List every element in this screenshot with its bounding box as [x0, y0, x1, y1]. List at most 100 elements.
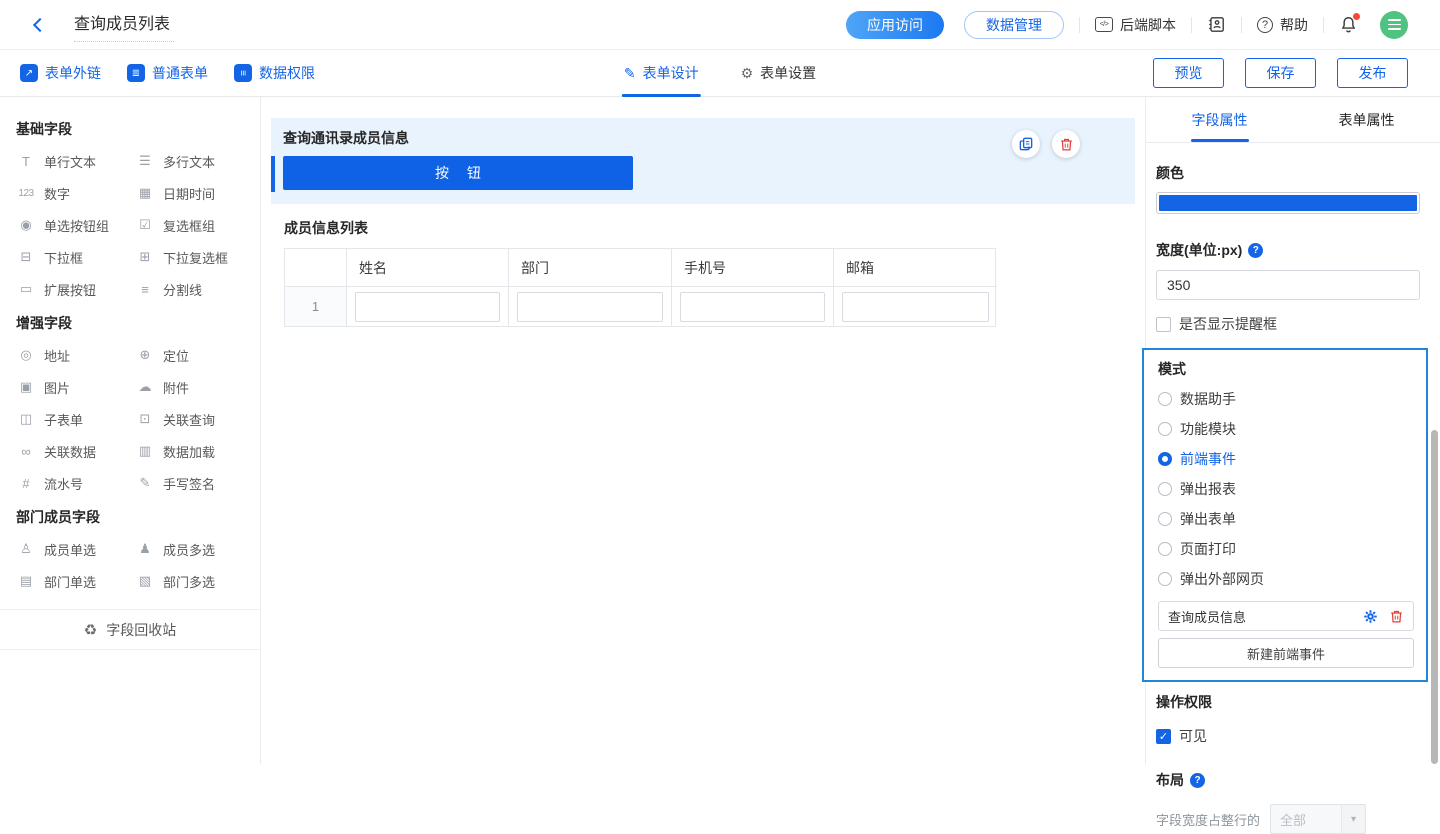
- tab-field-properties[interactable]: 字段属性: [1146, 97, 1293, 142]
- member-table-title: 成员信息列表: [284, 218, 1145, 238]
- save-button[interactable]: 保存: [1245, 58, 1316, 88]
- mode-option-popup-webpage[interactable]: 弹出外部网页: [1158, 569, 1414, 589]
- reminder-checkbox-row[interactable]: 是否显示提醒框: [1156, 314, 1420, 334]
- palette-item-attachment[interactable]: ☁附件: [135, 371, 254, 403]
- palette-item-select[interactable]: ⊟下拉框: [16, 241, 135, 273]
- help-button[interactable]: ? 帮助: [1257, 15, 1308, 35]
- pen-icon: ✎: [135, 475, 155, 491]
- width-input[interactable]: [1156, 270, 1420, 300]
- mode-option-data-assistant[interactable]: 数据助手: [1158, 389, 1414, 409]
- form-action-button[interactable]: 按 钮: [283, 156, 633, 190]
- palette-item-checkbox-group[interactable]: ☑复选框组: [135, 209, 254, 241]
- new-frontend-event-button[interactable]: 新建前端事件: [1158, 638, 1414, 668]
- palette-item-member-single[interactable]: ♙成员单选: [16, 533, 135, 565]
- mode-option-popup-form[interactable]: 弹出表单: [1158, 509, 1414, 529]
- mode-option-popup-report[interactable]: 弹出报表: [1158, 479, 1414, 499]
- backend-script-button[interactable]: </> 后端脚本: [1095, 15, 1176, 35]
- normal-form-button[interactable]: ≣ 普通表单: [127, 63, 208, 83]
- panel-scrollbar[interactable]: [1431, 430, 1438, 764]
- address-book-icon: [1207, 15, 1226, 34]
- trash-icon: [1059, 137, 1074, 152]
- email-cell-input[interactable]: [842, 292, 989, 322]
- divider: [1323, 17, 1324, 33]
- frontend-event-name: 查询成员信息: [1168, 607, 1246, 626]
- palette-item-data-load[interactable]: ▥数据加载: [135, 435, 254, 467]
- single-line-text-icon: T: [16, 154, 36, 169]
- mode-option-frontend-event[interactable]: 前端事件: [1158, 449, 1414, 469]
- delete-event-icon[interactable]: [1389, 609, 1404, 624]
- palette-item-location[interactable]: ⊕定位: [135, 339, 254, 371]
- widget-actions: [1012, 130, 1080, 158]
- data-permission-button[interactable]: ≡ 数据权限: [234, 63, 315, 83]
- color-swatch[interactable]: [1156, 192, 1420, 214]
- basic-fields-grid: T单行文本 ☰多行文本 123数字 ▦日期时间 ◉单选按钮组 ☑复选框组 ⊟下拉…: [0, 145, 260, 305]
- notification-button[interactable]: [1339, 15, 1358, 34]
- address-book-button[interactable]: [1207, 15, 1226, 34]
- field-recycle-bin-button[interactable]: ♻ 字段回收站: [0, 609, 260, 650]
- width-help-icon[interactable]: ?: [1248, 243, 1263, 258]
- back-button[interactable]: [28, 15, 48, 35]
- palette-item-datetime[interactable]: ▦日期时间: [135, 177, 254, 209]
- frontend-event-item[interactable]: 查询成员信息: [1158, 601, 1414, 631]
- mode-option-page-print[interactable]: 页面打印: [1158, 539, 1414, 559]
- width-label: 宽度(单位:px) ?: [1156, 240, 1420, 260]
- gear-icon[interactable]: [1363, 609, 1378, 624]
- reminder-label: 是否显示提醒框: [1179, 314, 1277, 334]
- selected-button-widget[interactable]: 查询通讯录成员信息 按 钮: [271, 118, 1135, 204]
- image-icon: ▣: [16, 379, 36, 395]
- palette-item-dept-multi[interactable]: ▧部门多选: [135, 565, 254, 597]
- palette-item-serial-number[interactable]: #流水号: [16, 467, 135, 499]
- palette-item-dept-single[interactable]: ▤部门单选: [16, 565, 135, 597]
- panel-tabs: 字段属性 表单属性: [1146, 97, 1440, 143]
- palette-item-linked-data[interactable]: ∞关联数据: [16, 435, 135, 467]
- category-basic-fields: 基础字段: [16, 119, 260, 139]
- app-access-button[interactable]: 应用访问: [846, 11, 944, 39]
- radio-icon: ◉: [16, 217, 36, 233]
- palette-item-image[interactable]: ▣图片: [16, 371, 135, 403]
- visible-checkbox[interactable]: ✓: [1156, 729, 1171, 744]
- visible-checkbox-row[interactable]: ✓ 可见: [1156, 726, 1420, 746]
- crosshair-icon: ⊕: [135, 347, 155, 363]
- data-manage-button[interactable]: 数据管理: [964, 11, 1064, 39]
- palette-item-signature[interactable]: ✎手写签名: [135, 467, 254, 499]
- palette-item-number[interactable]: 123数字: [16, 177, 135, 209]
- data-load-icon: ▥: [135, 443, 155, 459]
- phone-cell-input[interactable]: [680, 292, 825, 322]
- reminder-checkbox[interactable]: [1156, 317, 1171, 332]
- palette-item-divider[interactable]: ≡分割线: [135, 273, 254, 305]
- publish-button[interactable]: 发布: [1337, 58, 1408, 88]
- member-info-table: 姓名 部门 手机号 邮箱 1: [284, 248, 996, 327]
- palette-item-linked-query[interactable]: ⊡关联查询: [135, 403, 254, 435]
- delete-widget-button[interactable]: [1052, 130, 1080, 158]
- category-enhanced-fields: 增强字段: [16, 313, 260, 333]
- tab-form-design[interactable]: ✎ 表单设计: [624, 50, 699, 97]
- department-cell-input[interactable]: [517, 292, 663, 322]
- preview-button[interactable]: 预览: [1153, 58, 1224, 88]
- palette-item-member-multi[interactable]: ♟成员多选: [135, 533, 254, 565]
- layout-help-icon[interactable]: ?: [1190, 773, 1205, 788]
- duplicate-widget-button[interactable]: [1012, 130, 1040, 158]
- palette-item-single-line-text[interactable]: T单行文本: [16, 145, 135, 177]
- column-header-email: 邮箱: [834, 249, 997, 287]
- avatar[interactable]: [1380, 11, 1408, 39]
- app-header: 查询成员列表 应用访问 数据管理 </> 后端脚本 ? 帮助: [0, 0, 1440, 50]
- radio-icon: [1158, 572, 1172, 586]
- palette-item-multi-line-text[interactable]: ☰多行文本: [135, 145, 254, 177]
- table-cell: [672, 287, 834, 326]
- divider: [1191, 17, 1192, 33]
- linked-query-icon: ⊡: [135, 411, 155, 427]
- palette-item-extend-button[interactable]: ▭扩展按钮: [16, 273, 135, 305]
- form-design-icon: ✎: [624, 65, 636, 82]
- tab-form-properties[interactable]: 表单属性: [1293, 97, 1440, 142]
- palette-item-address[interactable]: ◎地址: [16, 339, 135, 371]
- radio-icon: [1158, 542, 1172, 556]
- mode-option-function-module[interactable]: 功能模块: [1158, 419, 1414, 439]
- name-cell-input[interactable]: [355, 292, 500, 322]
- form-external-link-button[interactable]: ↗ 表单外链: [20, 63, 101, 83]
- tab-form-settings[interactable]: ⚙ 表单设置: [741, 50, 817, 97]
- field-width-select[interactable]: 全部 ▾: [1270, 804, 1366, 834]
- palette-item-radio-group[interactable]: ◉单选按钮组: [16, 209, 135, 241]
- column-header-phone: 手机号: [672, 249, 834, 287]
- palette-item-multi-select[interactable]: ⊞下拉复选框: [135, 241, 254, 273]
- palette-item-subform[interactable]: ◫子表单: [16, 403, 135, 435]
